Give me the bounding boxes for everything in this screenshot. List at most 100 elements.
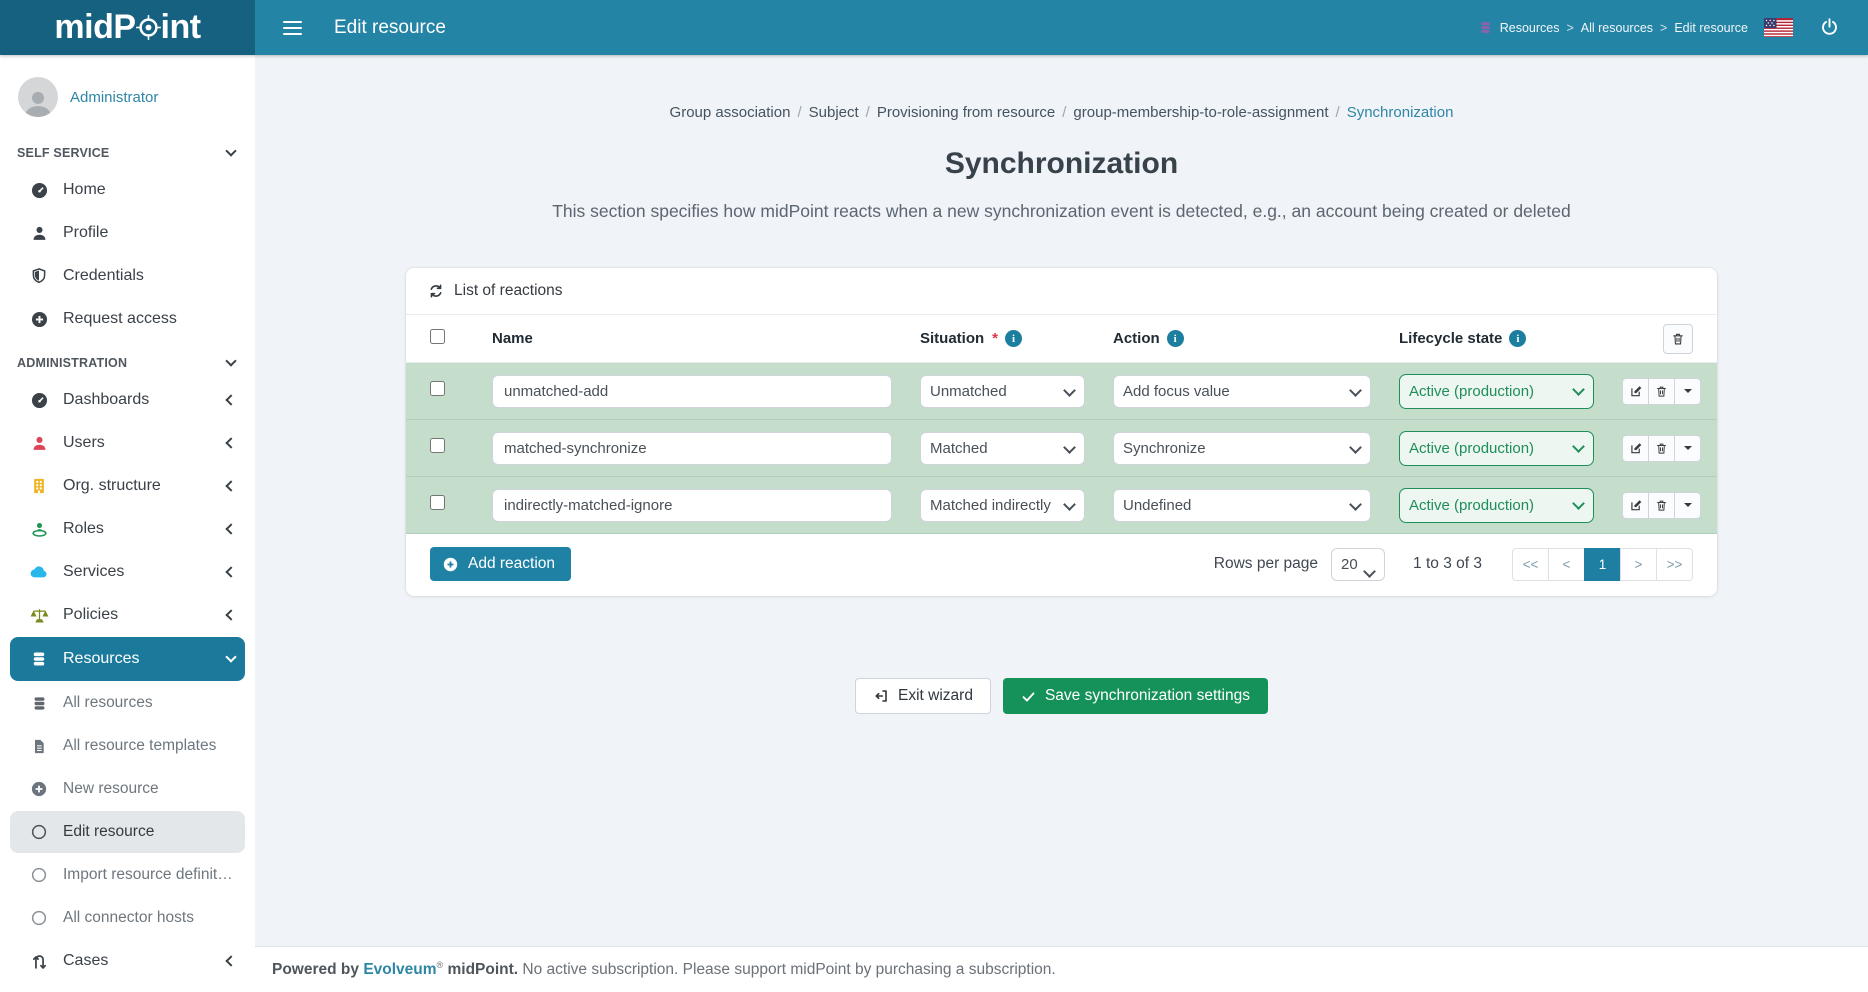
delete-row-button[interactable]: [1648, 492, 1675, 519]
scales-icon: [28, 606, 50, 625]
situation-select[interactable]: Matched indirectly: [920, 489, 1085, 522]
exit-wizard-button[interactable]: Exit wizard: [855, 678, 991, 714]
sidebar-section-self-service[interactable]: SELF SERVICE: [0, 131, 255, 168]
dashboard-icon: [28, 181, 50, 200]
select-all-checkbox[interactable]: [430, 329, 445, 344]
resource-db-icon: [1478, 20, 1493, 35]
edit-icon: [1629, 498, 1643, 512]
evolveum-link[interactable]: Evolveum: [363, 961, 436, 978]
sidebar: Administrator SELF SERVICE Home Profile …: [0, 55, 255, 992]
info-icon[interactable]: i: [1509, 330, 1526, 347]
chevron-down-icon: [225, 355, 236, 366]
trash-icon: [1655, 385, 1668, 398]
wizard-breadcrumb-current[interactable]: Synchronization: [1347, 104, 1454, 121]
refresh-icon[interactable]: [428, 283, 444, 299]
circle-icon: [28, 823, 50, 841]
reaction-name-input[interactable]: [492, 489, 892, 522]
info-icon[interactable]: i: [1005, 330, 1022, 347]
sidebar-item-services[interactable]: Services: [10, 551, 245, 593]
language-flag-icon[interactable]: [1764, 18, 1793, 37]
wizard-breadcrumb-item[interactable]: Group association: [670, 104, 791, 121]
main-content: Group association/Subject/Provisioning f…: [255, 55, 1868, 992]
menu-toggle-button[interactable]: [277, 15, 308, 41]
pagination-page-1-button[interactable]: 1: [1584, 548, 1621, 581]
reactions-card: List of reactions Name Situation*i Actio…: [406, 268, 1717, 596]
sidebar-item-credentials[interactable]: Credentials: [10, 255, 245, 297]
exit-icon: [873, 688, 889, 704]
pagination-next-button[interactable]: >: [1620, 548, 1657, 581]
logout-button[interactable]: [1819, 17, 1840, 38]
row-checkbox[interactable]: [430, 438, 445, 453]
action-select[interactable]: Undefined: [1113, 489, 1371, 522]
card-title: List of reactions: [406, 268, 1717, 315]
chevron-left-icon: [225, 437, 236, 448]
reaction-name-input[interactable]: [492, 375, 892, 408]
wizard-breadcrumb-item[interactable]: Subject: [809, 104, 859, 121]
save-synchronization-settings-button[interactable]: Save synchronization settings: [1003, 678, 1268, 714]
wizard-step-title: Synchronization: [406, 147, 1717, 181]
sidebar-section-administration[interactable]: ADMINISTRATION: [0, 341, 255, 378]
logo-text-post: int: [161, 8, 201, 47]
power-icon: [1819, 17, 1840, 38]
sidebar-item-org-structure[interactable]: Org. structure: [10, 465, 245, 507]
sidebar-username-link[interactable]: Administrator: [70, 89, 158, 106]
sidebar-item-all-resource-templates[interactable]: All resource templates: [10, 725, 245, 767]
sidebar-item-new-resource[interactable]: New resource: [10, 768, 245, 810]
plus-circle-icon: [28, 310, 50, 329]
sidebar-item-home[interactable]: Home: [10, 169, 245, 211]
lifecycle-select[interactable]: Active (production): [1399, 488, 1594, 523]
row-menu-button[interactable]: [1674, 435, 1701, 462]
info-icon[interactable]: i: [1167, 330, 1184, 347]
wizard-actions: Exit wizard Save synchronization setting…: [406, 678, 1717, 714]
lifecycle-select[interactable]: Active (production): [1399, 374, 1594, 409]
sidebar-item-roles[interactable]: Roles: [10, 508, 245, 550]
navbar-breadcrumb-edit-resource[interactable]: Edit resource: [1674, 21, 1748, 35]
row-checkbox[interactable]: [430, 495, 445, 510]
sidebar-item-users[interactable]: Users: [10, 422, 245, 464]
sidebar-item-dashboards[interactable]: Dashboards: [10, 379, 245, 421]
sidebar-item-policies[interactable]: Policies: [10, 594, 245, 636]
sidebar-item-edit-resource[interactable]: Edit resource: [10, 811, 245, 853]
situation-select[interactable]: Matched: [920, 432, 1085, 465]
rows-per-page-label: Rows per page: [1214, 555, 1318, 573]
case-flow-icon: [28, 952, 50, 971]
sidebar-item-profile[interactable]: Profile: [10, 212, 245, 254]
navbar-breadcrumb-resources[interactable]: Resources: [1500, 21, 1560, 35]
row-menu-button[interactable]: [1674, 492, 1701, 519]
pagination-last-button[interactable]: >>: [1656, 548, 1693, 581]
table-row: Unmatched Add focus value Active (produc…: [406, 363, 1717, 420]
sidebar-item-import-resource-definition[interactable]: Import resource definit…: [10, 854, 245, 896]
row-menu-button[interactable]: [1674, 378, 1701, 405]
delete-row-button[interactable]: [1648, 378, 1675, 405]
sidebar-item-cases[interactable]: Cases: [10, 940, 245, 982]
edit-row-button[interactable]: [1622, 378, 1649, 405]
chevron-down-icon: [225, 145, 236, 156]
edit-row-button[interactable]: [1622, 435, 1649, 462]
database-icon: [28, 695, 50, 712]
wizard-breadcrumb-item[interactable]: Provisioning from resource: [877, 104, 1055, 121]
sidebar-item-all-resources[interactable]: All resources: [10, 682, 245, 724]
pagination-first-button[interactable]: <<: [1512, 548, 1549, 581]
app-logo[interactable]: midPint: [0, 0, 255, 55]
table-row: Matched indirectly Undefined Active (pro…: [406, 477, 1717, 534]
avatar[interactable]: [18, 77, 58, 117]
dashboard-icon: [28, 391, 50, 410]
rows-per-page-select[interactable]: 20: [1331, 548, 1385, 581]
sidebar-item-request-access[interactable]: Request access: [10, 298, 245, 340]
sidebar-item-all-connector-hosts[interactable]: All connector hosts: [10, 897, 245, 939]
add-reaction-button[interactable]: Add reaction: [430, 547, 571, 581]
wizard-breadcrumb-item[interactable]: group-membership-to-role-assignment: [1073, 104, 1328, 121]
action-select[interactable]: Add focus value: [1113, 375, 1371, 408]
pagination-prev-button[interactable]: <: [1548, 548, 1585, 581]
sidebar-item-resources[interactable]: Resources: [10, 637, 245, 681]
circle-icon: [28, 866, 50, 884]
reaction-name-input[interactable]: [492, 432, 892, 465]
lifecycle-select[interactable]: Active (production): [1399, 431, 1594, 466]
delete-selected-button[interactable]: [1663, 324, 1693, 354]
action-select[interactable]: Synchronize: [1113, 432, 1371, 465]
situation-select[interactable]: Unmatched: [920, 375, 1085, 408]
row-checkbox[interactable]: [430, 381, 445, 396]
navbar-breadcrumb-all-resources[interactable]: All resources: [1581, 21, 1653, 35]
delete-row-button[interactable]: [1648, 435, 1675, 462]
edit-row-button[interactable]: [1622, 492, 1649, 519]
